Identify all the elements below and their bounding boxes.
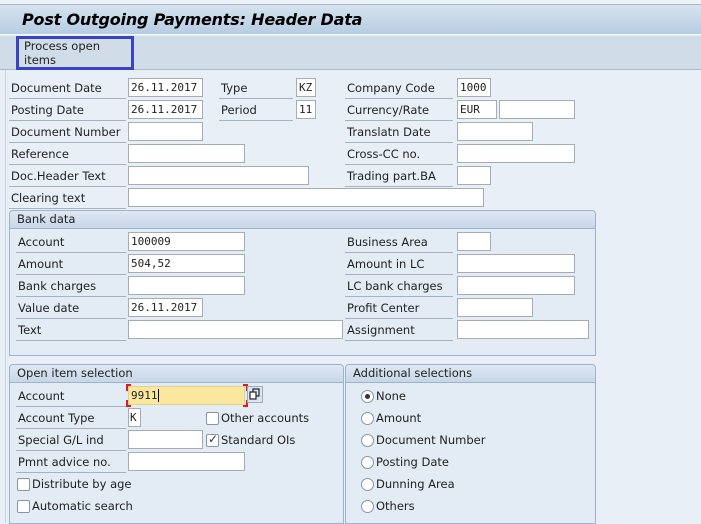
amount-label: Amount — [16, 255, 126, 275]
posting-date-label: Posting Date — [9, 101, 126, 121]
oi-account-field[interactable]: 9911 — [128, 386, 245, 405]
radio-none[interactable] — [361, 390, 374, 403]
trading-part-ba-field[interactable] — [457, 166, 491, 185]
currency-field[interactable]: EUR — [457, 100, 497, 119]
amount-in-lc-label: Amount in LC — [345, 255, 453, 275]
radio-others[interactable] — [361, 500, 374, 513]
clearing-text-label: Clearing text — [9, 189, 126, 209]
company-code-field[interactable]: 1000 — [457, 78, 491, 97]
radio-amount-label: Amount — [376, 411, 422, 425]
doc-header-text-label: Doc.Header Text — [9, 167, 126, 187]
profit-center-label: Profit Center — [345, 299, 453, 319]
translation-date-field[interactable] — [457, 122, 533, 141]
trading-part-ba-label: Trading part.BA — [345, 167, 453, 187]
text-label: Text — [16, 321, 126, 341]
reference-field[interactable] — [128, 144, 245, 163]
other-accounts-label: Other accounts — [221, 411, 310, 425]
distribute-by-age-label: Distribute by age — [32, 477, 132, 491]
radio-posting-date-label: Posting Date — [376, 455, 449, 469]
multiple-selection-icon[interactable] — [247, 386, 263, 403]
standard-ois-label: Standard OIs — [221, 433, 296, 447]
lc-bank-charges-label: LC bank charges — [345, 277, 453, 297]
application-toolbar: Process open items — [0, 36, 701, 70]
posting-date-field[interactable]: 26.11.2017 — [128, 100, 203, 119]
value-date-label: Value date — [16, 299, 126, 319]
bank-charges-field[interactable] — [128, 276, 245, 295]
standard-ois-checkbox[interactable]: ✓ — [206, 432, 219, 447]
amount-in-lc-field[interactable] — [457, 254, 575, 273]
profit-center-field[interactable] — [457, 298, 533, 317]
assignment-label: Assignment — [345, 321, 453, 341]
doc-header-text-field[interactable] — [128, 166, 309, 185]
document-number-field[interactable] — [128, 122, 203, 141]
text-field[interactable] — [128, 320, 343, 339]
account-type-field[interactable]: K — [128, 408, 141, 427]
page-title: Post Outgoing Payments: Header Data — [22, 10, 363, 29]
business-area-field[interactable] — [457, 232, 491, 251]
reference-label: Reference — [9, 145, 126, 165]
left-edge — [5, 70, 6, 523]
account-type-label: Account Type — [16, 409, 126, 429]
bank-account-label: Account — [16, 233, 126, 253]
radio-none-label: None — [376, 389, 407, 403]
automatic-search-checkbox[interactable] — [17, 500, 30, 513]
checkmark-icon: ✓ — [208, 432, 219, 446]
document-date-field[interactable]: 26.11.2017 — [128, 78, 203, 97]
radio-amount[interactable] — [361, 412, 374, 425]
radio-others-label: Others — [376, 499, 415, 513]
currency-rate-label: Currency/Rate — [345, 101, 453, 121]
cross-cc-no-label: Cross-CC no. — [345, 145, 453, 165]
amount-field[interactable]: 504,52 — [128, 254, 245, 273]
cross-cc-no-field[interactable] — [457, 144, 575, 163]
type-label: Type — [219, 79, 293, 99]
oi-account-label: Account — [16, 387, 126, 407]
special-gl-ind-field[interactable] — [128, 430, 203, 449]
text-cursor — [158, 389, 159, 402]
radio-dunning-area-label: Dunning Area — [376, 477, 455, 491]
document-number-label: Document Number — [9, 123, 126, 143]
additional-selections-title: Additional selections — [346, 365, 595, 383]
bank-data-title: Bank data — [10, 211, 595, 229]
radio-document-number-label: Document Number — [376, 433, 486, 447]
radio-document-number[interactable] — [361, 434, 374, 447]
company-code-label: Company Code — [345, 79, 453, 99]
distribute-by-age-checkbox[interactable] — [17, 478, 30, 491]
radio-selected-dot — [365, 394, 370, 399]
bank-account-field[interactable]: 100009 — [128, 232, 245, 251]
assignment-field[interactable] — [457, 320, 589, 339]
clearing-text-field[interactable] — [128, 188, 484, 207]
special-gl-ind-label: Special G/L ind — [16, 431, 126, 451]
required-bracket-tl — [126, 384, 131, 391]
radio-dunning-area[interactable] — [361, 478, 374, 491]
document-date-label: Document Date — [9, 79, 126, 99]
pmnt-advice-no-label: Pmnt advice no. — [16, 453, 126, 473]
other-accounts-checkbox[interactable] — [206, 412, 219, 425]
radio-posting-date[interactable] — [361, 456, 374, 469]
bank-charges-label: Bank charges — [16, 277, 126, 297]
translation-date-label: Translatn Date — [345, 123, 453, 143]
pmnt-advice-no-field[interactable] — [128, 452, 245, 471]
process-open-items-button[interactable]: Process open items — [16, 36, 134, 70]
automatic-search-label: Automatic search — [32, 499, 133, 513]
lc-bank-charges-field[interactable] — [457, 276, 575, 295]
value-date-field[interactable]: 26.11.2017 — [128, 298, 203, 317]
required-bracket-bl — [126, 400, 131, 407]
title-bar: Post Outgoing Payments: Header Data — [0, 5, 701, 35]
open-item-selection-title: Open item selection — [10, 365, 343, 383]
exchange-rate-field[interactable] — [499, 100, 575, 119]
period-field[interactable]: 11 — [296, 100, 316, 119]
document-type-field[interactable]: KZ — [296, 78, 316, 97]
period-label: Period — [219, 101, 293, 121]
business-area-label: Business Area — [345, 233, 453, 253]
